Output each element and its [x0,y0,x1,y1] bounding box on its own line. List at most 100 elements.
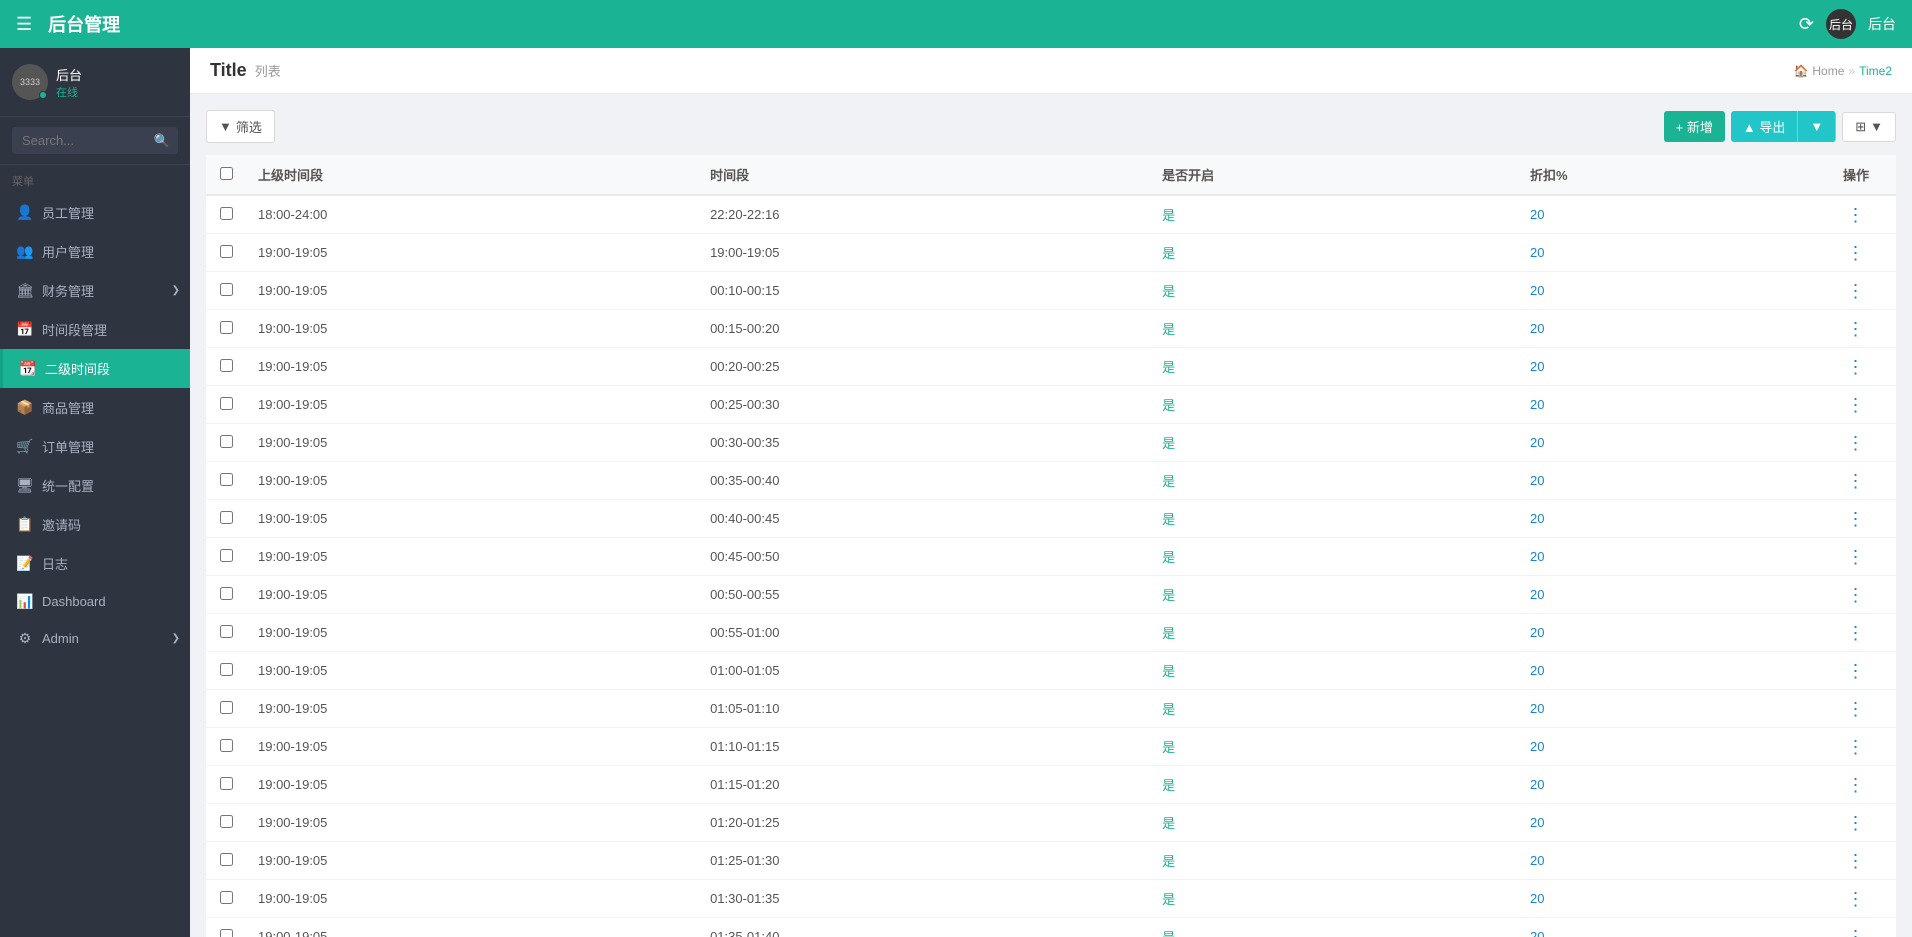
row-enabled[interactable]: 是 [1150,272,1518,310]
row-discount[interactable]: 20 [1518,195,1816,234]
row-discount[interactable]: 20 [1518,424,1816,462]
sidebar-item-goods[interactable]: 📦 商品管理 [0,388,190,427]
row-enabled[interactable]: 是 [1150,576,1518,614]
row-enabled[interactable]: 是 [1150,728,1518,766]
row-discount[interactable]: 20 [1518,462,1816,500]
filter-button[interactable]: ▼ 筛选 [206,110,275,143]
row-checkbox[interactable] [220,359,233,372]
row-discount[interactable]: 20 [1518,234,1816,272]
row-action-button[interactable]: ⋮ [1847,623,1866,643]
row-checkbox[interactable] [220,663,233,676]
row-enabled[interactable]: 是 [1150,195,1518,234]
row-enabled[interactable]: 是 [1150,766,1518,804]
row-discount[interactable]: 20 [1518,842,1816,880]
row-action-button[interactable]: ⋮ [1847,509,1866,529]
row-enabled[interactable]: 是 [1150,424,1518,462]
row-checkbox[interactable] [220,853,233,866]
row-enabled[interactable]: 是 [1150,348,1518,386]
row-action-button[interactable]: ⋮ [1847,357,1866,377]
row-checkbox[interactable] [220,283,233,296]
row-discount[interactable]: 20 [1518,310,1816,348]
row-enabled[interactable]: 是 [1150,500,1518,538]
row-action-button[interactable]: ⋮ [1847,471,1866,491]
breadcrumb-home[interactable]: Home [1812,64,1844,78]
avatar[interactable]: 后台 [1826,9,1856,39]
row-checkbox[interactable] [220,321,233,334]
row-discount[interactable]: 20 [1518,766,1816,804]
sidebar-item-user[interactable]: 👥 用户管理 [0,232,190,271]
row-checkbox[interactable] [220,891,233,904]
sidebar-item-finance[interactable]: 🏛 财务管理 ❯ [0,271,190,310]
row-action-button[interactable]: ⋮ [1847,319,1866,339]
row-enabled[interactable]: 是 [1150,234,1518,272]
row-checkbox[interactable] [220,815,233,828]
row-checkbox[interactable] [220,625,233,638]
row-action-button[interactable]: ⋮ [1847,851,1866,871]
row-checkbox[interactable] [220,587,233,600]
row-action-button[interactable]: ⋮ [1847,585,1866,605]
row-enabled[interactable]: 是 [1150,880,1518,918]
row-discount[interactable]: 20 [1518,652,1816,690]
row-action-button[interactable]: ⋮ [1847,281,1866,301]
row-discount[interactable]: 20 [1518,690,1816,728]
select-all-checkbox[interactable] [220,167,233,180]
row-enabled[interactable]: 是 [1150,538,1518,576]
row-action-button[interactable]: ⋮ [1847,547,1866,567]
row-action-button[interactable]: ⋮ [1847,661,1866,681]
row-checkbox[interactable] [220,511,233,524]
sidebar-item-log[interactable]: 📝 日志 [0,544,190,583]
sidebar-item-employee[interactable]: 👤 员工管理 [0,193,190,232]
row-checkbox[interactable] [220,473,233,486]
row-checkbox[interactable] [220,207,233,220]
add-button[interactable]: + 新增 [1664,111,1725,142]
row-checkbox[interactable] [220,245,233,258]
sidebar-item-admin[interactable]: ⚙ Admin ❯ [0,620,190,657]
row-enabled[interactable]: 是 [1150,310,1518,348]
row-discount[interactable]: 20 [1518,918,1816,937]
row-enabled[interactable]: 是 [1150,462,1518,500]
row-checkbox[interactable] [220,701,233,714]
row-enabled[interactable]: 是 [1150,804,1518,842]
row-enabled[interactable]: 是 [1150,690,1518,728]
sidebar-item-invite[interactable]: 📋 邀请码 [0,505,190,544]
row-checkbox[interactable] [220,777,233,790]
sidebar-item-order[interactable]: 🛒 订单管理 [0,427,190,466]
row-discount[interactable]: 20 [1518,614,1816,652]
columns-button[interactable]: ⊞ ▼ [1842,112,1896,142]
sidebar-item-config[interactable]: 🖥 统一配置 [0,466,190,505]
row-enabled[interactable]: 是 [1150,652,1518,690]
row-discount[interactable]: 20 [1518,804,1816,842]
row-discount[interactable]: 20 [1518,386,1816,424]
row-discount[interactable]: 20 [1518,538,1816,576]
row-action-button[interactable]: ⋮ [1847,927,1866,937]
row-action-button[interactable]: ⋮ [1847,813,1866,833]
row-action-button[interactable]: ⋮ [1847,737,1866,757]
row-discount[interactable]: 20 [1518,500,1816,538]
refresh-icon[interactable]: ⟳ [1799,14,1814,35]
row-action-button[interactable]: ⋮ [1847,205,1866,225]
row-action-button[interactable]: ⋮ [1847,243,1866,263]
row-discount[interactable]: 20 [1518,576,1816,614]
export-button[interactable]: ▲ 导出 [1731,111,1797,142]
row-enabled[interactable]: 是 [1150,842,1518,880]
row-checkbox[interactable] [220,549,233,562]
row-checkbox[interactable] [220,397,233,410]
row-enabled[interactable]: 是 [1150,918,1518,937]
row-discount[interactable]: 20 [1518,880,1816,918]
row-action-button[interactable]: ⋮ [1847,889,1866,909]
row-discount[interactable]: 20 [1518,348,1816,386]
row-checkbox[interactable] [220,435,233,448]
sidebar-item-timeslot2[interactable]: 📆 二级时间段 [0,349,190,388]
row-discount[interactable]: 20 [1518,272,1816,310]
menu-icon[interactable]: ☰ [16,14,32,35]
row-enabled[interactable]: 是 [1150,386,1518,424]
row-discount[interactable]: 20 [1518,728,1816,766]
row-checkbox[interactable] [220,929,233,937]
sidebar-item-dashboard[interactable]: 📊 Dashboard [0,583,190,620]
export-dropdown-button[interactable]: ▼ [1797,111,1836,142]
row-action-button[interactable]: ⋮ [1847,699,1866,719]
row-action-button[interactable]: ⋮ [1847,433,1866,453]
row-action-button[interactable]: ⋮ [1847,395,1866,415]
row-action-button[interactable]: ⋮ [1847,775,1866,795]
sidebar-item-timeslot[interactable]: 📅 时间段管理 [0,310,190,349]
